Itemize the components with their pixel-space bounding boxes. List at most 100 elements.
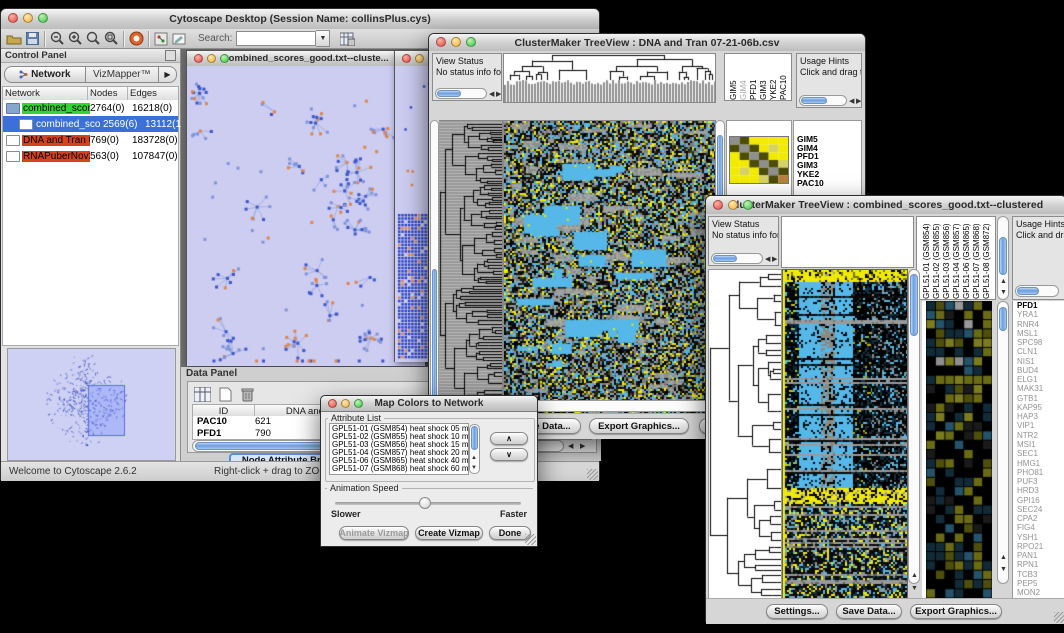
help-lifering-icon[interactable] [127, 30, 145, 48]
tab-vizmapper[interactable]: VizMapper™ [86, 66, 159, 83]
row-label[interactable]: PAC10 [797, 179, 861, 188]
column-label[interactable]: GPL51-06 (GSM865) [962, 217, 972, 299]
heatmap-vscrollbar[interactable] [908, 269, 920, 584]
gene-label[interactable]: TCB3 [1017, 570, 1064, 579]
scroll-right-icon[interactable]: ▶ [580, 443, 585, 450]
column-label[interactable]: GPL51-07 (GSM868) [972, 217, 982, 299]
save-data-button[interactable]: Save Data... [836, 604, 902, 619]
select-attributes-icon[interactable] [193, 385, 211, 403]
move-up-button[interactable]: ∧ [490, 432, 528, 445]
gene-label[interactable]: FIG4 [1017, 523, 1064, 532]
tree-left-vscrollbar[interactable] [430, 120, 439, 418]
minimize-icon[interactable] [207, 54, 216, 63]
scroll-right-icon[interactable]: ▶ [496, 91, 501, 98]
close-icon[interactable] [436, 37, 446, 47]
treeview2-titlebar[interactable]: ClusterMaker TreeView : combined_scores_… [706, 196, 1064, 215]
column-label[interactable]: GPL51-02 (GSM855) [932, 217, 942, 299]
resize-grip[interactable] [1054, 612, 1064, 623]
close-icon[interactable] [194, 54, 203, 63]
scroll-up-icon[interactable]: ▲ [911, 572, 918, 579]
row-dendrogram[interactable] [439, 120, 503, 420]
animation-speed-slider[interactable] [335, 502, 521, 505]
close-icon[interactable] [328, 399, 337, 408]
scroll-right-icon[interactable]: ▶ [772, 256, 777, 263]
open-file-icon[interactable] [5, 30, 23, 48]
dialog-titlebar[interactable]: Map Colors to Network [321, 396, 537, 412]
column-label[interactable]: GIM3 [759, 54, 769, 100]
gene-label[interactable]: MSL1 [1017, 329, 1064, 338]
close-icon[interactable] [8, 13, 18, 23]
scroll-up-icon[interactable]: ▲ [1000, 278, 1007, 285]
gene-label[interactable]: MSI1 [1017, 440, 1064, 449]
gene-label[interactable]: PHO81 [1017, 468, 1064, 477]
scroll-down-icon[interactable]: ▼ [911, 585, 918, 592]
zoom-selected-icon[interactable] [102, 30, 120, 48]
network-overview-icon[interactable] [152, 30, 170, 48]
gene-label[interactable]: PUF3 [1017, 477, 1064, 486]
move-down-button[interactable]: ∨ [490, 448, 528, 461]
export-graphics-button[interactable]: Export Graphics... [910, 604, 1002, 619]
scroll-right-icon[interactable]: ▶ [856, 98, 861, 105]
column-label[interactable]: GIM4 [739, 54, 749, 100]
network-table-header[interactable]: Network Nodes Edges [3, 87, 178, 100]
zoom-fit-icon[interactable] [84, 30, 102, 48]
gene-label[interactable]: PEP5 [1017, 579, 1064, 588]
window-controls[interactable] [8, 13, 48, 23]
search-dropdown-arrow-icon[interactable]: ▼ [316, 30, 330, 47]
gene-label[interactable]: BUD4 [1017, 366, 1064, 375]
view-status-hscrollbar[interactable] [711, 253, 763, 264]
gene-label[interactable]: PFD1 [1017, 301, 1064, 310]
treeview1-titlebar[interactable]: ClusterMaker TreeView : DNA and Tran 07-… [429, 34, 865, 52]
scroll-left-icon[interactable]: ◀ [765, 256, 770, 263]
main-titlebar[interactable]: Cytoscape Desktop (Session Name: collins… [1, 9, 599, 30]
resize-grip[interactable] [587, 469, 598, 480]
network-list-row[interactable]: RNAPuberNov2+| 563(0) 107847(0) [3, 148, 178, 164]
view-status-hscrollbar[interactable] [435, 88, 487, 99]
attribute-list-item[interactable]: GPL51-07 (GSM868) heat shock 60 min [332, 465, 468, 473]
attribute-table-icon[interactable] [338, 30, 356, 48]
network-overview-birdseye[interactable] [7, 348, 176, 461]
float-panel-icon[interactable] [165, 50, 176, 61]
zoom-window-icon[interactable] [354, 399, 363, 408]
delete-attribute-trash-icon[interactable] [238, 385, 256, 403]
zoom-window-icon[interactable] [743, 200, 753, 210]
gene-label[interactable]: HRD3 [1017, 486, 1064, 495]
minimize-icon[interactable] [23, 13, 33, 23]
column-dendrogram-panel[interactable] [781, 216, 914, 268]
tab-network[interactable]: Network [4, 66, 86, 83]
column-label[interactable]: GPL51-01 (GSM854) [922, 217, 932, 299]
heatmap-global[interactable] [503, 120, 716, 420]
zoom-out-icon[interactable] [48, 30, 66, 48]
gene-label[interactable]: ELG1 [1017, 375, 1064, 384]
zoom-vscrollbar[interactable] [997, 301, 1009, 584]
heatmap-zoom[interactable] [729, 136, 789, 184]
usage-hints-hscrollbar[interactable] [799, 95, 847, 106]
minimize-icon[interactable] [341, 399, 350, 408]
gene-label[interactable]: SEC1 [1017, 449, 1064, 458]
new-attribute-icon[interactable] [216, 385, 234, 403]
gene-label[interactable]: YRA1 [1017, 310, 1064, 319]
column-label[interactable]: YKE2 [769, 54, 779, 100]
row-dendrogram[interactable] [708, 269, 782, 600]
scroll-down-icon[interactable]: ▼ [1000, 289, 1007, 296]
gene-label[interactable]: RPO21 [1017, 542, 1064, 551]
gene-label[interactable]: NIS1 [1017, 357, 1064, 366]
gene-label[interactable]: RNR4 [1017, 320, 1064, 329]
search-input[interactable] [236, 31, 316, 46]
column-label[interactable]: PFD1 [749, 54, 759, 100]
scroll-up-icon[interactable]: ▲ [471, 455, 477, 461]
scroll-left-icon[interactable]: ◀ [849, 98, 854, 105]
close-icon[interactable] [402, 54, 411, 63]
column-label[interactable]: GPL51-03 (GSM856) [942, 217, 952, 299]
gene-label[interactable]: MON2 [1017, 588, 1064, 597]
column-label[interactable]: GPL51-04 (GSM857) [952, 217, 962, 299]
gene-label[interactable]: SPC98 [1017, 338, 1064, 347]
tab-overflow-arrow-icon[interactable]: ▶ [159, 66, 177, 83]
scroll-down-icon[interactable]: ▼ [471, 465, 477, 471]
heatmap-zoom[interactable] [926, 301, 992, 598]
settings-button[interactable]: Settings... [766, 604, 828, 619]
network-list-row[interactable]: combined_sco 2569(6) 13112(15) [3, 116, 178, 132]
gene-label[interactable]: NTR2 [1017, 431, 1064, 440]
gene-label[interactable]: VIP1 [1017, 421, 1064, 430]
close-icon[interactable] [713, 200, 723, 210]
